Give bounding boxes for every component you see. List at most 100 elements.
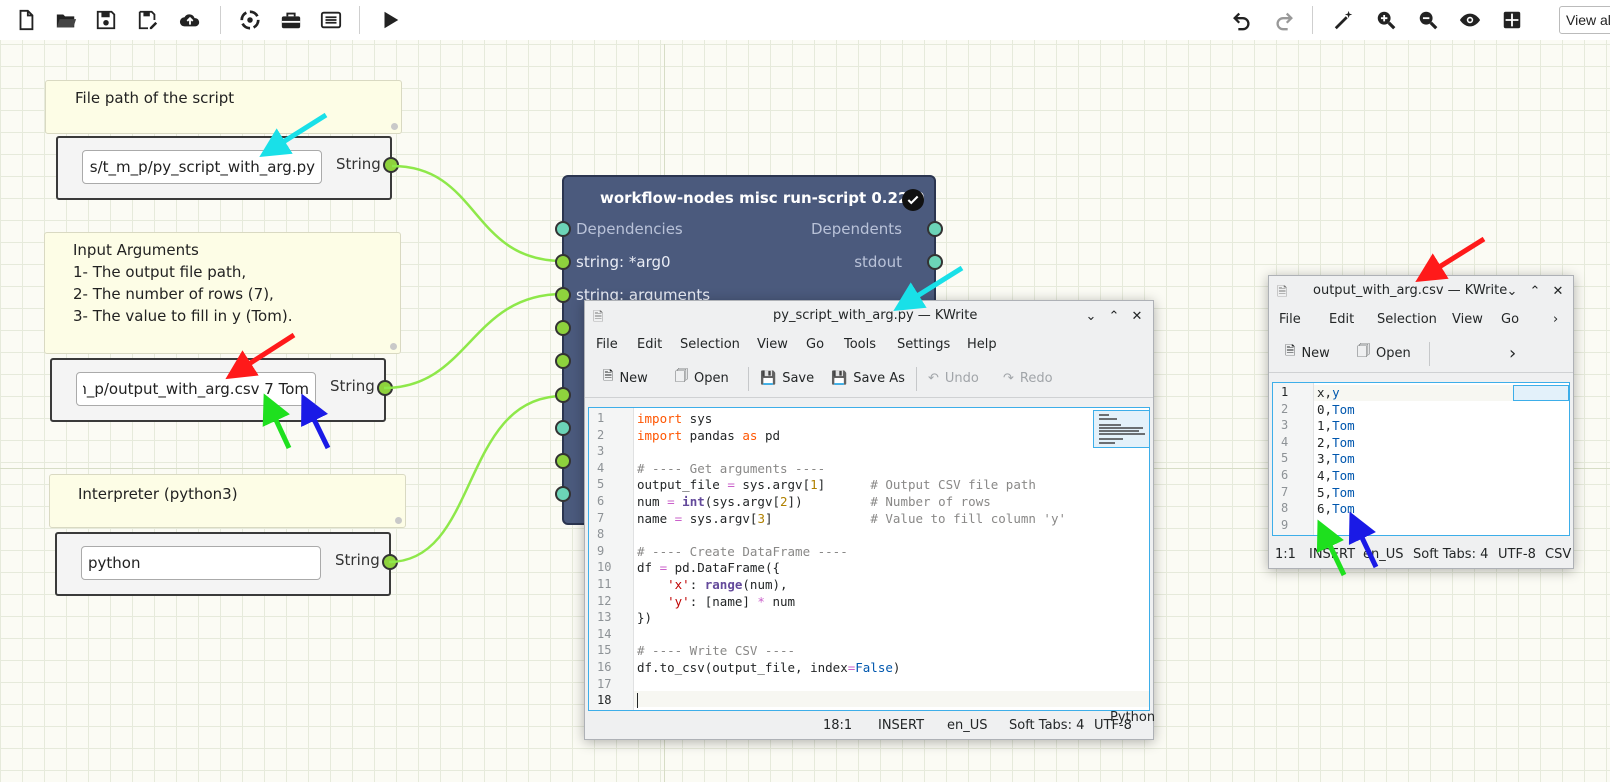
minimap[interactable] [1093, 410, 1149, 448]
input-port[interactable] [555, 387, 571, 403]
maximize-icon[interactable]: ⌃ [1526, 282, 1544, 300]
cursor-position[interactable]: 1:1 [1275, 547, 1296, 562]
redo-button[interactable]: ↷ Redo [1003, 367, 1053, 389]
save-as-icon[interactable] [134, 6, 162, 34]
open-folder-icon[interactable] [52, 6, 80, 34]
zoom-out-icon[interactable] [1414, 6, 1442, 34]
menu-view[interactable]: View [757, 337, 788, 352]
output-port[interactable] [382, 554, 398, 570]
input-port[interactable] [555, 420, 571, 436]
menu-file[interactable]: File [1279, 312, 1301, 327]
dictionary-language[interactable]: en_US [947, 718, 988, 733]
grid-icon[interactable] [1498, 6, 1526, 34]
input-port[interactable] [555, 486, 571, 502]
csv-cell: 3 [1317, 451, 1325, 467]
cursor-position[interactable]: 18:1 [823, 718, 852, 733]
new-button[interactable]: 🗎 New [1285, 342, 1330, 364]
input-port[interactable] [555, 453, 571, 469]
maximize-icon[interactable]: ⌃ [1105, 307, 1123, 325]
eye-icon[interactable] [1456, 6, 1484, 34]
output-port-dependents[interactable] [927, 221, 943, 237]
window-titlebar[interactable]: 🗎 py_script_with_arg.py — KWrite ⌄ ⌃ ✕ [585, 301, 1153, 331]
open-button[interactable]: 🗍 Open [675, 367, 729, 389]
open-button[interactable]: 🗍 Open [1357, 342, 1411, 364]
string-node-arguments[interactable]: String [50, 358, 393, 422]
csv-line: x,y [1317, 385, 1340, 400]
save-as-button[interactable]: 💾 Save As [831, 367, 905, 389]
menu-settings[interactable]: Settings [897, 337, 950, 352]
input-port[interactable] [555, 353, 571, 369]
save-button[interactable]: 💾 Save [760, 367, 814, 389]
resize-handle[interactable] [391, 123, 398, 130]
chevron-right-icon[interactable]: › [1509, 342, 1516, 364]
menu-help[interactable]: Help [967, 337, 997, 352]
chevron-right-icon[interactable]: › [1553, 312, 1558, 327]
line-number: 6 [1281, 468, 1289, 482]
menu-selection[interactable]: Selection [1377, 312, 1437, 327]
menu-edit[interactable]: Edit [1329, 312, 1354, 327]
code-line: df.to_csv(output_file, index=False) [637, 660, 901, 675]
output-port-stdout[interactable] [927, 254, 943, 270]
input-port[interactable] [555, 320, 571, 336]
encoding[interactable]: UTF-8 [1498, 547, 1536, 562]
input-mode[interactable]: INSERT [878, 718, 924, 733]
input-port-dependencies[interactable] [555, 221, 571, 237]
indent-settings[interactable]: Soft Tabs: 4 [1413, 547, 1488, 562]
resize-handle[interactable] [390, 343, 397, 350]
undo-button[interactable]: ↶ Undo [928, 367, 979, 389]
menu-go[interactable]: Go [806, 337, 824, 352]
zoom-in-icon[interactable] [1372, 6, 1400, 34]
menu-tools[interactable]: Tools [844, 337, 876, 352]
toolbox-icon[interactable] [277, 6, 305, 34]
new-button[interactable]: 🗎 New [603, 367, 648, 389]
script-path-input[interactable] [82, 150, 322, 184]
csv-editor[interactable]: 1 x,y 2 0,Tom 3 1,Tom 4 2,Tom 5 3,Tom 6 4,Tom 7 5,Tom… [1272, 382, 1570, 536]
save-icon[interactable] [92, 6, 120, 34]
comment-note-input-args[interactable]: Input Arguments 1- The output file path,… [44, 232, 401, 354]
spinner-icon[interactable] [236, 6, 264, 34]
arguments-input[interactable] [76, 372, 316, 406]
upload-cloud-icon[interactable] [176, 6, 204, 34]
play-icon[interactable] [376, 6, 404, 34]
check-icon [902, 189, 924, 211]
menu-view[interactable]: View [1452, 312, 1483, 327]
minimap[interactable] [1513, 385, 1569, 401]
syntax-mode[interactable]: CSV [1545, 547, 1571, 562]
interpreter-input[interactable] [81, 546, 321, 580]
note-text: 2- The number of rows (7), [73, 285, 274, 303]
menu-file[interactable]: File [596, 337, 618, 352]
line-number: 17 [597, 676, 612, 691]
dictionary-language[interactable]: en_US [1363, 547, 1404, 562]
menu-go[interactable]: Go [1501, 312, 1519, 327]
syntax-mode[interactable]: Python [1110, 710, 1155, 725]
string-node-interpreter[interactable]: String [55, 532, 398, 596]
string-node-script-path[interactable]: String [56, 136, 399, 200]
window-titlebar[interactable]: 🗎 output_with_arg.csv — KWrite ⌄ ⌃ ✕ [1269, 276, 1573, 306]
chevron-down-icon[interactable]: ⌄ [1503, 282, 1521, 300]
menu-selection[interactable]: Selection [680, 337, 740, 352]
menu-edit[interactable]: Edit [637, 337, 662, 352]
magic-wand-icon[interactable] [1330, 6, 1358, 34]
chevron-down-icon[interactable]: ⌄ [1082, 307, 1100, 325]
input-port-arg0[interactable] [555, 254, 571, 270]
comment-note-interpreter[interactable]: Interpreter (python3) [49, 474, 406, 528]
comment-note-file-path[interactable]: File path of the script [45, 80, 402, 134]
list-icon[interactable] [317, 6, 345, 34]
kwrite-window-script[interactable]: 🗎 py_script_with_arg.py — KWrite ⌄ ⌃ ✕ F… [584, 300, 1154, 740]
resize-handle[interactable] [395, 517, 402, 524]
input-port-arguments[interactable] [555, 287, 571, 303]
redo-icon[interactable] [1270, 6, 1298, 34]
csv-cell: Tom [1332, 501, 1355, 517]
close-icon[interactable]: ✕ [1128, 307, 1146, 325]
indent-settings[interactable]: Soft Tabs: 4 [1009, 718, 1084, 733]
undo-icon[interactable] [1228, 6, 1256, 34]
output-port[interactable] [377, 380, 393, 396]
new-file-icon[interactable] [12, 6, 40, 34]
input-mode[interactable]: INSERT [1309, 547, 1355, 562]
output-port[interactable] [383, 157, 399, 173]
kwrite-window-csv[interactable]: 🗎 output_with_arg.csv — KWrite ⌄ ⌃ ✕ Fil… [1268, 275, 1574, 569]
text-cursor [637, 693, 638, 709]
view-all-button[interactable]: View all [1559, 6, 1610, 34]
close-icon[interactable]: ✕ [1549, 282, 1567, 300]
code-editor[interactable]: 1 import sys 2 import pandas as pd 3 4 # ---- … [588, 407, 1150, 711]
